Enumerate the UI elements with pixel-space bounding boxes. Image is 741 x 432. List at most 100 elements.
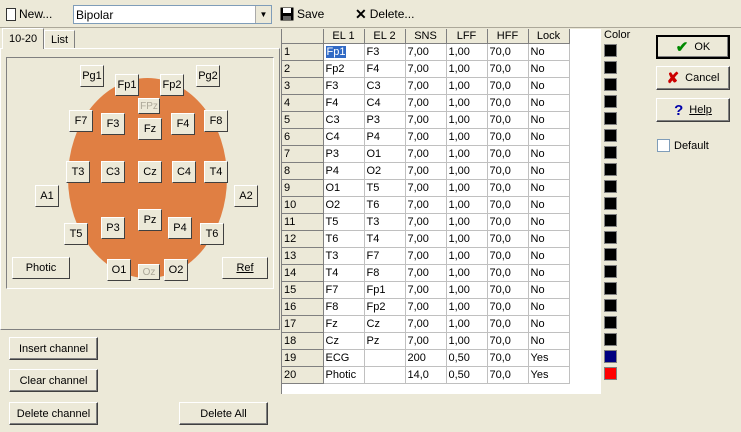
cell-el1[interactable]: F8 [323,298,365,316]
save-button[interactable]: Save [280,5,324,23]
electrode-t6[interactable]: T6 [200,223,224,245]
cell-el1[interactable]: F3 [323,77,365,95]
cell-hff[interactable]: 70,0 [487,196,529,214]
header-lff[interactable]: LFF [446,29,488,44]
table-row[interactable]: 10 O2 T6 7,00 1,00 70,0 No [282,196,570,214]
tab-list[interactable]: List [44,30,76,48]
cell-el2[interactable]: Fp1 [364,281,406,299]
electrode-o1[interactable]: O1 [107,259,131,281]
cell-hff[interactable]: 70,0 [487,281,529,299]
cell-el2[interactable]: C4 [364,94,406,112]
cell-el1[interactable]: P4 [323,162,365,180]
header-el2[interactable]: EL 2 [364,29,406,44]
cell-lock[interactable]: No [528,298,570,316]
cell-lock[interactable]: Yes [528,366,570,384]
color-swatch[interactable] [604,316,617,329]
color-swatch[interactable] [604,265,617,278]
cell-lock[interactable]: No [528,332,570,350]
cell-lff[interactable]: 1,00 [446,196,488,214]
tab-10-20[interactable]: 10-20 [2,28,45,49]
delete-button[interactable]: ✕ Delete... [355,5,414,23]
electrode-pg2[interactable]: Pg2 [196,65,220,87]
cell-hff[interactable]: 70,0 [487,213,529,231]
electrode-ref[interactable]: Ref [222,257,268,279]
cell-el2[interactable]: C3 [364,77,406,95]
table-row[interactable]: 6 C4 P4 7,00 1,00 70,0 No [282,128,570,146]
cell-sns[interactable]: 7,00 [405,281,447,299]
cell-lff[interactable]: 1,00 [446,298,488,316]
color-swatch[interactable] [604,146,617,159]
cell-lock[interactable]: No [528,60,570,78]
cell-el2[interactable]: O1 [364,145,406,163]
cell-lff[interactable]: 1,00 [446,247,488,265]
table-row[interactable]: 17 Fz Cz 7,00 1,00 70,0 No [282,315,570,333]
color-swatch[interactable] [604,197,617,210]
cell-el1[interactable]: T6 [323,230,365,248]
cell-sns[interactable]: 7,00 [405,111,447,129]
default-checkbox-box[interactable] [657,139,670,152]
cell-lock[interactable]: No [528,162,570,180]
cell-el1[interactable]: C4 [323,128,365,146]
cell-el2[interactable]: P3 [364,111,406,129]
table-row[interactable]: 11 T5 T3 7,00 1,00 70,0 No [282,213,570,231]
cancel-button[interactable]: ✘ Cancel [656,66,730,90]
color-swatch[interactable] [604,248,617,261]
header-sns[interactable]: SNS [405,29,447,44]
cell-el1[interactable]: Photic [323,366,365,384]
cell-lff[interactable]: 1,00 [446,315,488,333]
electrode-f4[interactable]: F4 [171,113,195,135]
channel-grid[interactable]: EL 1 EL 2 SNS LFF HFF Lock 1 Fp1 F3 7,00 1,0… [281,29,601,394]
cell-lff[interactable]: 1,00 [446,213,488,231]
table-row[interactable]: 13 T3 F7 7,00 1,00 70,0 No [282,247,570,265]
electrode-fz[interactable]: Fz [138,118,162,140]
cell-el2[interactable] [364,366,406,384]
cell-hff[interactable]: 70,0 [487,247,529,265]
color-swatch[interactable] [604,129,617,142]
color-swatch[interactable] [604,78,617,91]
table-row[interactable]: 4 F4 C4 7,00 1,00 70,0 No [282,94,570,112]
cell-lock[interactable]: No [528,281,570,299]
cell-hff[interactable]: 70,0 [487,366,529,384]
cell-sns[interactable]: 7,00 [405,77,447,95]
cell-el1[interactable]: Fp2 [323,60,365,78]
cell-lff[interactable]: 1,00 [446,145,488,163]
cell-lff[interactable]: 1,00 [446,179,488,197]
table-row[interactable]: 1 Fp1 F3 7,00 1,00 70,0 No [282,43,570,61]
ok-button[interactable]: ✔ OK [656,35,730,59]
cell-sns[interactable]: 14,0 [405,366,447,384]
cell-lff[interactable]: 1,00 [446,43,488,61]
cell-lock[interactable]: No [528,315,570,333]
cell-sns[interactable]: 7,00 [405,43,447,61]
table-row[interactable]: 9 O1 T5 7,00 1,00 70,0 No [282,179,570,197]
cell-el2[interactable]: Cz [364,315,406,333]
cell-lock[interactable]: No [528,43,570,61]
cell-el2[interactable]: T5 [364,179,406,197]
cell-lock[interactable]: No [528,247,570,265]
table-row[interactable]: 7 P3 O1 7,00 1,00 70,0 No [282,145,570,163]
color-swatch[interactable] [604,333,617,346]
cell-hff[interactable]: 70,0 [487,162,529,180]
cell-sns[interactable]: 7,00 [405,315,447,333]
cell-lock[interactable]: No [528,128,570,146]
color-swatch[interactable] [604,163,617,176]
electrode-f3[interactable]: F3 [101,113,125,135]
cell-sns[interactable]: 7,00 [405,179,447,197]
new-button[interactable]: New... [6,5,52,23]
electrode-c4[interactable]: C4 [172,161,196,183]
cell-lock[interactable]: No [528,145,570,163]
cell-sns[interactable]: 7,00 [405,230,447,248]
table-row[interactable]: 19 ECG 200 0,50 70,0 Yes [282,349,570,367]
cell-lff[interactable]: 0,50 [446,349,488,367]
help-button[interactable]: ? Help [656,98,730,122]
cell-lock[interactable]: No [528,230,570,248]
cell-sns[interactable]: 7,00 [405,128,447,146]
cell-hff[interactable]: 70,0 [487,43,529,61]
cell-sns[interactable]: 7,00 [405,247,447,265]
cell-el2[interactable]: F4 [364,60,406,78]
cell-sns[interactable]: 7,00 [405,196,447,214]
cell-el1[interactable]: Fp1 [323,43,365,61]
cell-el1[interactable]: T3 [323,247,365,265]
cell-sns[interactable]: 7,00 [405,60,447,78]
cell-sns[interactable]: 7,00 [405,264,447,282]
table-row[interactable]: 5 C3 P3 7,00 1,00 70,0 No [282,111,570,129]
